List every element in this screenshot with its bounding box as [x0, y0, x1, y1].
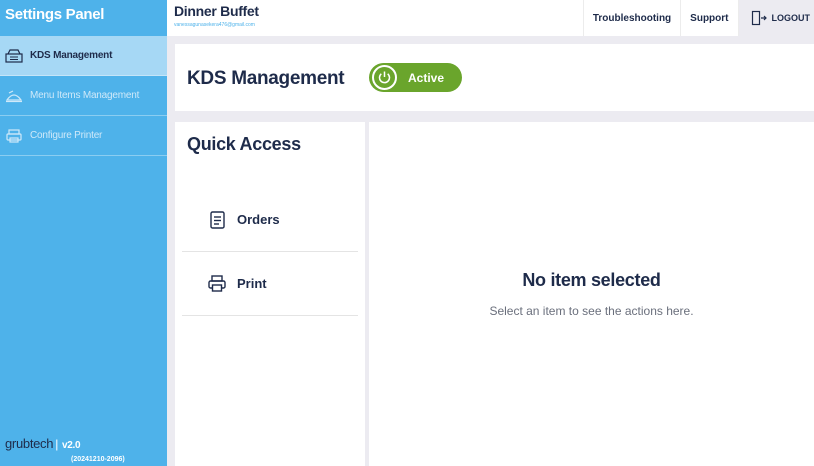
printer-icon — [5, 128, 23, 143]
support-button[interactable]: Support — [680, 0, 737, 36]
sidebar-title: Settings Panel — [5, 6, 105, 23]
quick-access-label: Print — [237, 276, 267, 291]
build-number: (20241210-2096) — [71, 456, 125, 463]
empty-state-subtitle: Select an item to see the actions here. — [489, 304, 694, 318]
sidebar: Settings Panel KDS Management Menu Items… — [0, 0, 167, 466]
sidebar-item-menu-items-management[interactable]: Menu Items Management — [0, 76, 167, 116]
menu-tray-icon — [5, 89, 23, 103]
toggle-status-label: Active — [408, 70, 445, 85]
empty-state-title: No item selected — [522, 270, 661, 290]
logout-label: LOGOUT — [771, 13, 811, 23]
quick-access-print[interactable]: Print — [182, 252, 358, 316]
page-title: KDS Management — [187, 68, 345, 89]
brand-name: grubtech — [5, 436, 54, 451]
user-email: vanessagunasekera476@gmail.com — [174, 22, 255, 28]
sidebar-item-kds-management[interactable]: KDS Management — [0, 36, 167, 76]
quick-access-panel: Quick Access Orders Print — [175, 122, 365, 466]
kitchen-icon — [5, 48, 23, 63]
sidebar-item-label: KDS Management — [30, 50, 113, 61]
venue-name: Dinner Buffet — [174, 3, 259, 19]
top-nav: Troubleshooting Support LOGOUT — [582, 0, 814, 36]
printer-icon — [208, 275, 226, 292]
brand-logo: grubtech | v2.0 — [5, 436, 165, 451]
quick-access-orders[interactable]: Orders — [182, 188, 358, 252]
topbar: Dinner Buffet vanessagunasekera476@gmail… — [167, 0, 814, 36]
quick-access-title: Quick Access — [187, 134, 301, 154]
power-icon — [372, 65, 397, 90]
orders-document-icon — [208, 210, 226, 229]
sidebar-item-label: Configure Printer — [30, 130, 103, 141]
logout-button[interactable]: LOGOUT — [737, 0, 814, 36]
app-version: v2.0 — [62, 440, 81, 451]
page-header: KDS Management Active — [175, 44, 814, 111]
sidebar-item-label: Menu Items Management — [30, 90, 140, 101]
logout-icon — [751, 10, 767, 26]
brand-separator: | — [55, 437, 59, 451]
sidebar-footer: grubtech | v2.0 (20241210-2096) — [5, 436, 165, 463]
action-detail-panel: No item selected Select an item to see t… — [369, 122, 814, 466]
sidebar-nav: KDS Management Menu Items Management Con… — [0, 36, 167, 156]
quick-access-list: Orders Print — [182, 188, 358, 316]
sidebar-item-configure-printer[interactable]: Configure Printer — [0, 116, 167, 156]
troubleshooting-button[interactable]: Troubleshooting — [582, 0, 680, 36]
kds-active-toggle[interactable]: Active — [369, 63, 462, 92]
quick-access-label: Orders — [237, 212, 280, 227]
